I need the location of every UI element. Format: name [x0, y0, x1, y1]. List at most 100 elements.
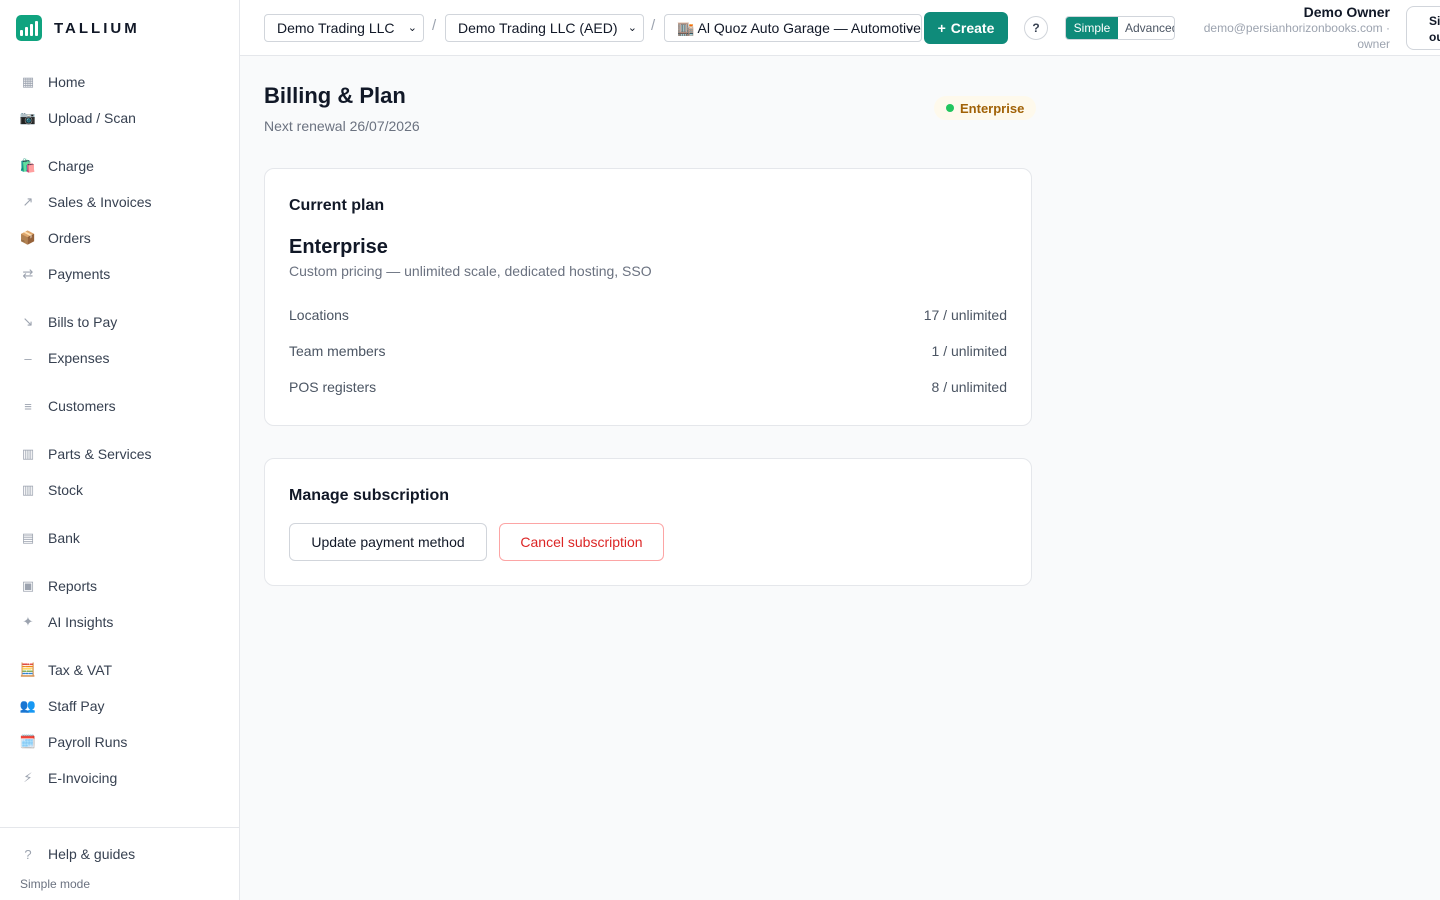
- sidebar-item-payroll-runs[interactable]: 🗓️ Payroll Runs: [12, 726, 227, 758]
- sidebar-item-reports[interactable]: ▣ Reports: [12, 570, 227, 602]
- help-guides-label: Help & guides: [48, 846, 136, 862]
- brand[interactable]: TALLIUM: [0, 0, 239, 56]
- mode-simple-option[interactable]: Simple: [1066, 17, 1118, 39]
- user-info: Demo Owner demo@persianhorizonbooks.com …: [1204, 4, 1390, 52]
- manage-subscription-card: Manage subscription Update payment metho…: [264, 458, 1032, 586]
- create-label: Create: [950, 20, 995, 36]
- usage-row-locations: Locations 17 / unlimited: [289, 307, 1007, 323]
- plan-badge: Enterprise: [934, 96, 1037, 120]
- plus-icon: +: [937, 20, 946, 36]
- sidebar-item-label: Bills to Pay: [48, 314, 118, 330]
- question-icon: ?: [24, 846, 32, 862]
- sidebar-item-label: Parts & Services: [48, 446, 152, 462]
- shopping-bag-icon: 🛍️: [19, 158, 37, 173]
- usage-value: 8 / unlimited: [931, 379, 1007, 395]
- abacus-icon: 🧮: [19, 662, 37, 677]
- sidebar-item-stock[interactable]: ▥ Stock: [12, 474, 227, 506]
- company-select-value: Demo Trading LLC: [277, 20, 395, 36]
- arrow-up-right-icon: ↗: [22, 194, 34, 209]
- sidebar-footer: ? Help & guides Simple mode: [0, 827, 239, 900]
- usage-row-team-members: Team members 1 / unlimited: [289, 343, 1007, 359]
- arrows-exchange-icon: ⇄: [22, 266, 34, 281]
- sidebar-item-label: AI Insights: [48, 614, 114, 630]
- current-plan-heading: Current plan: [289, 197, 385, 214]
- topbar: Demo Trading LLC ⌄ / Demo Trading LLC (A…: [240, 0, 1440, 56]
- current-plan-card: Current plan Enterprise Custom pricing —…: [264, 168, 1032, 426]
- sidebar-item-expenses[interactable]: – Expenses: [12, 342, 227, 374]
- help-button[interactable]: ?: [1024, 16, 1048, 40]
- update-payment-method-button[interactable]: Update payment method: [289, 523, 487, 561]
- sidebar-item-label: Customers: [48, 398, 116, 414]
- sidebar-item-label: E-Invoicing: [48, 770, 118, 786]
- sidebar-item-parts-services[interactable]: ▥ Parts & Services: [12, 438, 227, 470]
- shelves-icon: ▥: [21, 482, 35, 497]
- mode-label: Simple mode: [20, 877, 91, 891]
- user-name: Demo Owner: [1303, 4, 1390, 20]
- lightning-icon: ⚡: [23, 770, 33, 785]
- sidebar-item-orders[interactable]: 📦 Orders: [12, 222, 227, 254]
- breadcrumb-separator: /: [651, 17, 656, 34]
- usage-label: POS registers: [289, 379, 377, 395]
- company-select[interactable]: Demo Trading LLC ⌄: [264, 14, 424, 42]
- sidebar-item-sales-invoices[interactable]: ↗ Sales & Invoices: [12, 186, 227, 218]
- sidebar-item-label: Reports: [48, 578, 98, 594]
- location-select[interactable]: 🏬 Al Quoz Auto Garage — Automotive ⌄: [664, 14, 922, 42]
- camera-icon: 📷: [19, 110, 37, 125]
- chevron-down-icon: ⌄: [905, 22, 915, 34]
- plan-description: Custom pricing — unlimited scale, dedica…: [289, 263, 652, 279]
- cancel-subscription-button[interactable]: Cancel subscription: [499, 523, 664, 561]
- sidebar-item-charge[interactable]: 🛍️ Charge: [12, 150, 227, 182]
- sidebar-item-label: Charge: [48, 158, 94, 174]
- plan-badge-label: Enterprise: [960, 100, 1025, 116]
- manage-subscription-heading: Manage subscription: [289, 487, 450, 504]
- sidebar-item-label: Expenses: [48, 350, 110, 366]
- page-title: Billing & Plan: [264, 83, 406, 108]
- sidebar-item-customers[interactable]: ≡ Customers: [12, 390, 227, 422]
- sidebar-item-home[interactable]: ▦ Home: [12, 66, 227, 98]
- package-icon: 📦: [19, 230, 37, 245]
- bank-icon: ▤: [21, 530, 35, 545]
- breadcrumb-separator: /: [432, 17, 437, 34]
- sparkle-icon: ✦: [22, 614, 34, 629]
- create-button[interactable]: + Create: [924, 12, 1008, 44]
- renewal-date: Next renewal 26/07/2026: [264, 118, 420, 134]
- sidebar-item-label: Bank: [48, 530, 80, 546]
- sidebar-item-label: Payments: [48, 266, 111, 282]
- sidebar-item-upload-scan[interactable]: 📷 Upload / Scan: [12, 102, 227, 134]
- help-guides-link[interactable]: ? Help & guides: [12, 838, 135, 870]
- sidebar-item-staff-pay[interactable]: 👥 Staff Pay: [12, 690, 227, 722]
- sidebar-item-label: Orders: [48, 230, 91, 246]
- calendar-icon: 🗓️: [19, 734, 37, 749]
- user-email: demo@persianhorizonbooks.com ·: [1203, 21, 1390, 35]
- sidebar-item-label: Payroll Runs: [48, 734, 128, 750]
- sign-out-button[interactable]: Sign out: [1406, 6, 1440, 50]
- sidebar-item-bills-to-pay[interactable]: ↘ Bills to Pay: [12, 306, 227, 338]
- sidebar-item-tax-vat[interactable]: 🧮 Tax & VAT: [12, 654, 227, 686]
- sidebar-item-bank[interactable]: ▤ Bank: [12, 522, 227, 554]
- usage-value: 1 / unlimited: [931, 343, 1007, 359]
- location-select-value: 🏬 Al Quoz Auto Garage — Automotive: [677, 19, 921, 36]
- tallium-logo-icon: [16, 15, 42, 41]
- sidebar-item-ai-insights[interactable]: ✦ AI Insights: [12, 606, 227, 638]
- question-icon: ?: [1032, 21, 1040, 35]
- sidebar-item-e-invoicing[interactable]: ⚡ E-Invoicing: [12, 762, 227, 794]
- usage-row-pos-registers: POS registers 8 / unlimited: [289, 379, 1007, 395]
- sidebar-item-label: Staff Pay: [48, 698, 105, 714]
- arrow-down-right-icon: ↘: [22, 314, 34, 329]
- minus-icon: –: [24, 350, 32, 366]
- usage-label: Team members: [289, 343, 386, 359]
- report-icon: ▣: [21, 578, 35, 593]
- list-icon: ≡: [24, 398, 32, 414]
- currency-select[interactable]: Demo Trading LLC (AED) ⌄: [445, 14, 644, 42]
- sidebar-item-payments[interactable]: ⇄ Payments: [12, 258, 227, 290]
- box-icon: ▥: [21, 446, 35, 461]
- people-icon: 👥: [19, 698, 37, 713]
- sidebar-item-label: Home: [48, 74, 86, 90]
- mode-advanced-option[interactable]: Advanced: [1118, 17, 1174, 39]
- sign-out-label: Sign out: [1429, 14, 1440, 44]
- sidebar: TALLIUM ▦ Home 📷 Upload / Scan 🛍️ Charge…: [0, 0, 240, 900]
- sidebar-item-label: Tax & VAT: [48, 662, 113, 678]
- usage-value: 17 / unlimited: [923, 307, 1007, 323]
- usage-label: Locations: [289, 307, 349, 323]
- mode-toggle: Simple Advanced: [1065, 16, 1175, 40]
